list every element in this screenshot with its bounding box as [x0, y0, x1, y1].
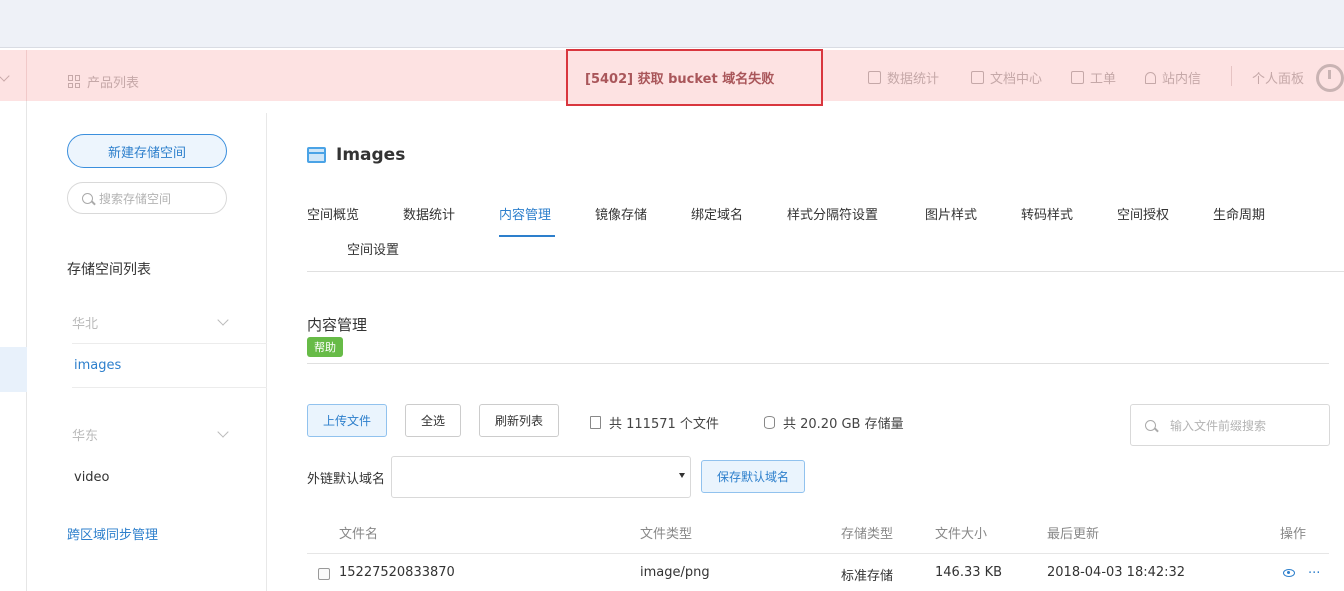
- tab-mirror-storage[interactable]: 镜像存储: [595, 204, 647, 223]
- tab-settings[interactable]: 空间设置: [347, 239, 399, 258]
- top-nav-stats[interactable]: 数据统计: [868, 68, 939, 87]
- caret-down-icon: [679, 473, 685, 478]
- personal-panel-label: 个人面板: [1252, 72, 1305, 87]
- top-nav-docs[interactable]: 文档中心: [971, 68, 1042, 87]
- power-icon[interactable]: [1316, 64, 1344, 92]
- section-divider: [307, 363, 1329, 364]
- default-domain-select[interactable]: [391, 456, 691, 498]
- bucket-sidebar: 新建存储空间 搜索存储空间 存储空间列表 华北 images 华东 video …: [28, 113, 267, 591]
- new-bucket-button[interactable]: 新建存储空间: [67, 134, 227, 168]
- region-label: 华东: [72, 429, 99, 444]
- help-badge[interactable]: 帮助: [307, 337, 343, 357]
- column-header-size[interactable]: 文件大小: [935, 523, 987, 542]
- column-header-updated[interactable]: 最后更新: [1047, 523, 1099, 542]
- chevron-down-icon: [217, 426, 229, 438]
- cell-size: 146.33 KB: [935, 565, 1003, 580]
- error-notification: [5402] 获取 bucket 域名失败: [566, 49, 823, 106]
- column-header-storage-type[interactable]: 存储类型: [841, 523, 893, 542]
- top-nav-docs-label: 文档中心: [990, 72, 1043, 87]
- product-list-menu[interactable]: 产品列表: [68, 72, 139, 91]
- preview-eye-icon[interactable]: [1283, 569, 1295, 577]
- storage-total-text: 共 20.20 GB 存储量: [783, 417, 904, 432]
- select-all-button[interactable]: 全选: [405, 404, 461, 437]
- cell-storage-type: 标准存储: [841, 569, 894, 584]
- document-icon: [971, 71, 984, 84]
- chevron-down-icon: [0, 70, 10, 82]
- column-header-filetype[interactable]: 文件类型: [640, 523, 692, 542]
- tab-authorization[interactable]: 空间授权: [1117, 204, 1169, 223]
- bucket-item-images[interactable]: images: [74, 358, 121, 373]
- bucket-search-placeholder: 搜索存储空间: [99, 191, 172, 206]
- table-header-divider: [307, 553, 1329, 554]
- file-count-text: 共 111571 个文件: [609, 417, 719, 432]
- tabs-divider: [307, 271, 1344, 272]
- region-huabei[interactable]: 华北: [72, 313, 229, 332]
- error-message: [5402] 获取 bucket 域名失败: [585, 72, 775, 87]
- more-actions-icon[interactable]: ···: [1308, 566, 1320, 581]
- tab-content-management[interactable]: 内容管理: [499, 204, 551, 223]
- search-icon: [1145, 419, 1156, 431]
- tab-overview[interactable]: 空间概览: [307, 204, 359, 223]
- chart-icon: [868, 71, 881, 84]
- topbar-divider: [1231, 66, 1232, 86]
- top-nav-messages[interactable]: 站内信: [1145, 68, 1201, 87]
- top-nav-messages-label: 站内信: [1162, 72, 1202, 87]
- bell-icon: [1145, 71, 1156, 84]
- region-label: 华北: [72, 317, 99, 332]
- database-icon: [764, 416, 775, 429]
- grid-icon: [68, 75, 81, 88]
- upload-file-button[interactable]: 上传文件: [307, 404, 387, 437]
- section-title: 内容管理: [307, 316, 368, 334]
- region-huadong[interactable]: 华东: [72, 425, 229, 444]
- row-checkbox[interactable]: [318, 568, 330, 580]
- save-default-domain-button[interactable]: 保存默认域名: [701, 460, 805, 493]
- default-domain-label: 外链默认域名: [307, 472, 386, 487]
- clipboard-icon: [1071, 71, 1084, 84]
- tab-bind-domain[interactable]: 绑定域名: [691, 204, 743, 223]
- tab-transcode-style[interactable]: 转码样式: [1021, 204, 1073, 223]
- sidebar-collapse-stub[interactable]: [0, 50, 27, 101]
- bucket-header: Images: [307, 145, 405, 165]
- cell-updated: 2018-04-03 18:42:32: [1047, 565, 1186, 580]
- active-tab-indicator: [499, 235, 555, 237]
- bucket-search-input[interactable]: 搜索存储空间: [67, 182, 227, 214]
- divider: [72, 387, 267, 388]
- product-list-label: 产品列表: [87, 76, 140, 91]
- tab-stats[interactable]: 数据统计: [403, 204, 455, 223]
- tab-lifecycle[interactable]: 生命周期: [1213, 204, 1265, 223]
- tab-style-separator[interactable]: 样式分隔符设置: [787, 204, 878, 223]
- personal-panel-link[interactable]: 个人面板: [1252, 68, 1304, 87]
- top-nav-tickets-label: 工单: [1090, 72, 1117, 87]
- bucket-icon: [307, 147, 326, 163]
- browser-chrome-strip: [0, 0, 1344, 48]
- cross-region-sync-link[interactable]: 跨区域同步管理: [67, 524, 158, 543]
- tab-image-style[interactable]: 图片样式: [925, 204, 977, 223]
- left-rail: [0, 101, 27, 591]
- column-header-actions: 操作: [1280, 527, 1307, 542]
- file-prefix-search-input[interactable]: 输入文件前缀搜索: [1130, 404, 1330, 446]
- file-icon: [590, 416, 601, 429]
- cell-filename[interactable]: 15227520833870: [339, 565, 455, 580]
- top-nav-tickets[interactable]: 工单: [1071, 68, 1116, 87]
- storage-stat: 共 20.20 GB 存储量: [764, 413, 904, 432]
- refresh-list-button[interactable]: 刷新列表: [479, 404, 559, 437]
- left-rail-active-item[interactable]: [0, 347, 27, 392]
- top-nav-stats-label: 数据统计: [887, 72, 940, 87]
- page-title: Images: [336, 145, 406, 165]
- search-icon: [82, 192, 93, 204]
- column-header-filename[interactable]: 文件名: [339, 523, 378, 542]
- chevron-down-icon: [217, 314, 229, 326]
- cell-filetype: image/png: [640, 565, 710, 580]
- file-search-placeholder: 输入文件前缀搜索: [1170, 418, 1267, 433]
- bucket-list-title: 存储空间列表: [67, 262, 151, 278]
- bucket-item-video[interactable]: video: [74, 470, 110, 485]
- file-count-stat: 共 111571 个文件: [590, 413, 719, 432]
- divider: [72, 343, 267, 344]
